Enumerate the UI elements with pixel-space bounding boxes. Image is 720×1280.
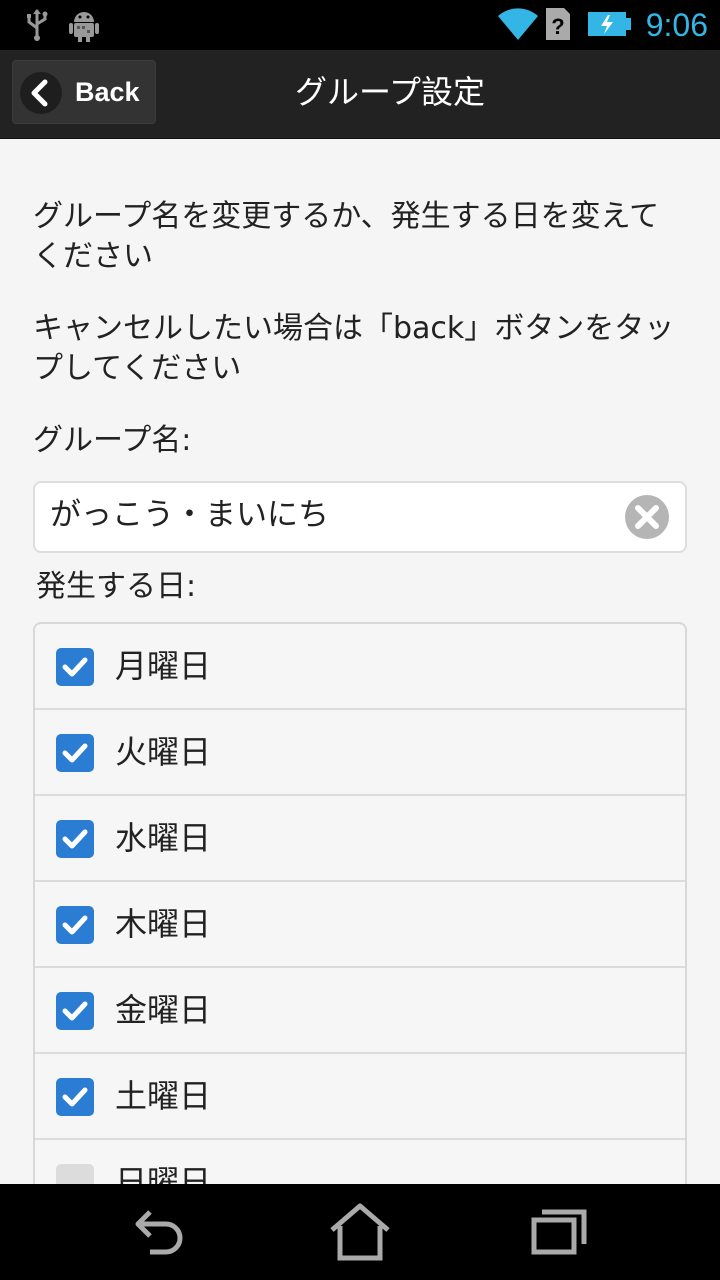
checkbox-checked-icon[interactable] (56, 1078, 94, 1116)
back-button[interactable]: Back (12, 60, 156, 124)
checkbox-checked-icon[interactable] (56, 820, 94, 858)
instruction-text-rename: グループ名を変更するか、発生する日を変えてください (33, 199, 660, 274)
day-row-monday[interactable]: 月曜日 (35, 624, 685, 710)
usb-icon (24, 8, 50, 46)
recents-nav-icon[interactable] (520, 1202, 600, 1262)
days-list: 月曜日 火曜日 水曜日 木曜日 金曜日 土曜日 日曜日 (33, 622, 687, 1184)
app-header: Back グループ設定 (0, 50, 720, 139)
back-nav-icon[interactable] (120, 1202, 200, 1262)
android-debug-icon (68, 8, 100, 46)
day-label: 木曜日 (115, 905, 212, 943)
status-time: 9:06 (645, 7, 708, 43)
day-row-thursday[interactable]: 木曜日 (35, 882, 685, 968)
no-sim-icon: ? (544, 6, 572, 46)
day-label: 金曜日 (115, 991, 212, 1029)
page-title: グループ設定 (294, 73, 486, 111)
chevron-left-icon (20, 72, 62, 114)
day-row-tuesday[interactable]: 火曜日 (35, 710, 685, 796)
day-label: 水曜日 (115, 819, 212, 857)
day-row-wednesday[interactable]: 水曜日 (35, 796, 685, 882)
group-name-label: グループ名: (33, 423, 192, 458)
day-label: 日曜日 (115, 1163, 212, 1184)
day-label: 月曜日 (115, 647, 212, 685)
home-nav-icon[interactable] (320, 1202, 400, 1262)
checkbox-checked-icon[interactable] (56, 648, 94, 686)
back-button-label: Back (75, 77, 140, 107)
battery-charging-icon (588, 10, 632, 42)
checkbox-unchecked-icon[interactable] (56, 1164, 94, 1184)
clear-icon[interactable] (624, 494, 670, 540)
status-bar: ? 9:06 (0, 0, 720, 50)
day-label: 火曜日 (115, 733, 212, 771)
checkbox-checked-icon[interactable] (56, 992, 94, 1030)
main-content: グループ名を変更するか、発生する日を変えてください キャンセルしたい場合は「ba… (0, 139, 720, 1184)
day-row-saturday[interactable]: 土曜日 (35, 1054, 685, 1140)
days-label: 発生する日: (36, 569, 197, 604)
checkbox-checked-icon[interactable] (56, 906, 94, 944)
group-name-value: がっこう・まいにち (50, 497, 329, 533)
day-row-friday[interactable]: 金曜日 (35, 968, 685, 1054)
instruction-text-cancel: キャンセルしたい場合は「back」ボタンをタップしてください (33, 311, 675, 386)
wifi-icon (498, 6, 538, 46)
navigation-bar (0, 1184, 720, 1280)
day-row-sunday[interactable]: 日曜日 (35, 1140, 685, 1184)
checkbox-checked-icon[interactable] (56, 734, 94, 772)
group-name-input[interactable]: がっこう・まいにち (33, 481, 687, 553)
svg-text:?: ? (551, 14, 564, 39)
day-label: 土曜日 (115, 1077, 212, 1115)
